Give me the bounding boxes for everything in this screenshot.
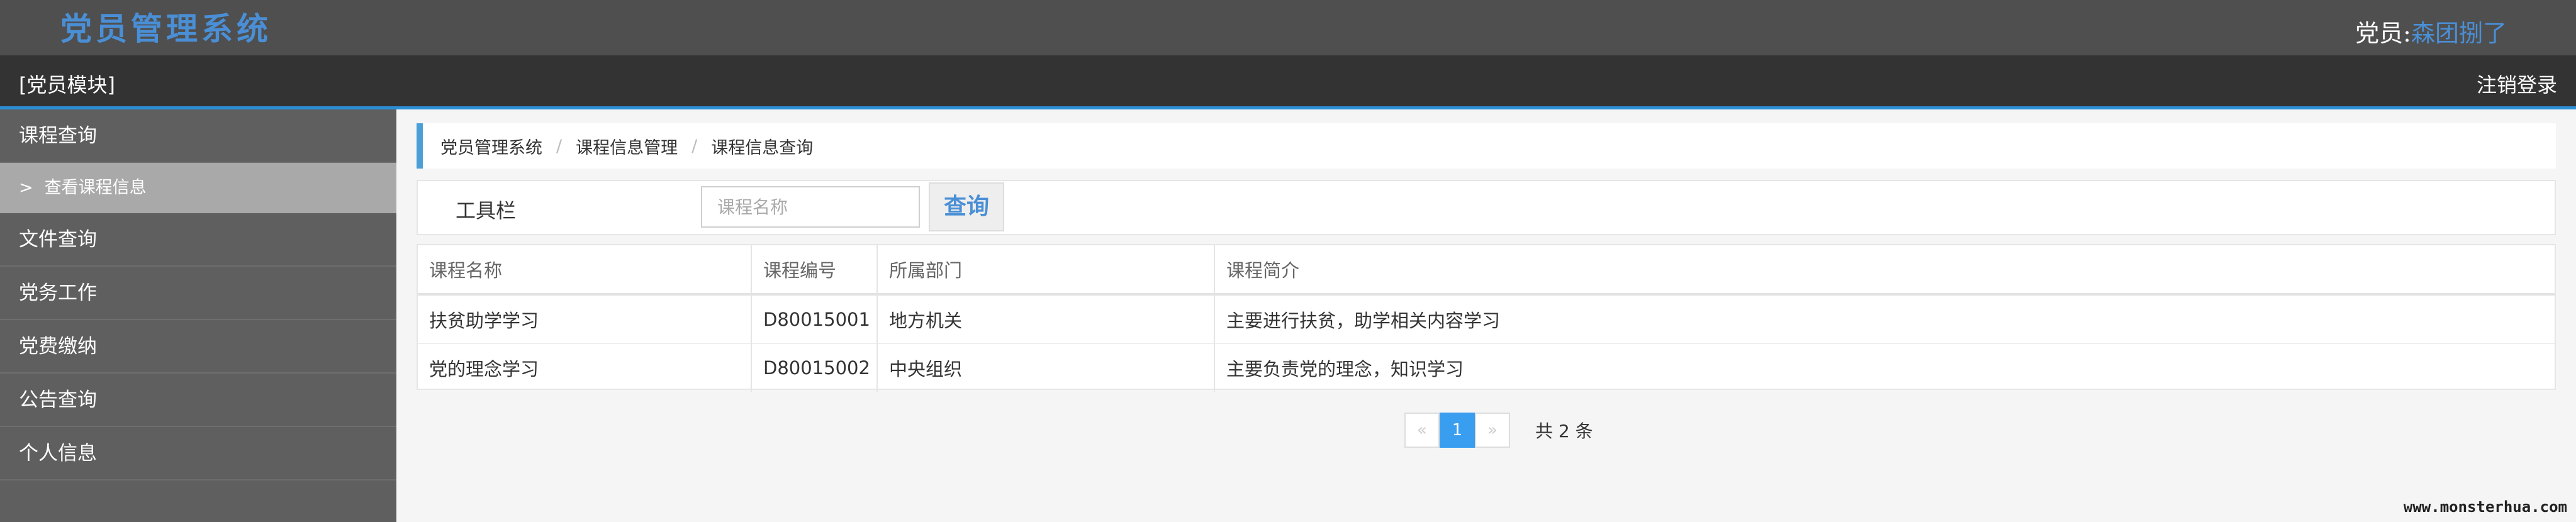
sidebar-item-label: 文件查询	[19, 228, 97, 251]
column-header-department: 所属部门	[876, 245, 1214, 296]
sidebar-item-label: 个人信息	[19, 442, 97, 465]
watermark: www.monsterhua.com	[2403, 498, 2567, 516]
query-button[interactable]: 查询	[929, 182, 1004, 231]
cell-course-name: 党的理念学习	[418, 343, 751, 392]
cell-description: 主要进行扶贫，助学相关内容学习	[1214, 294, 2555, 344]
breadcrumb-separator: /	[556, 136, 563, 156]
cell-department: 地方机关	[876, 294, 1214, 344]
table-row[interactable]: 扶贫助学学习 D80015001 地方机关 主要进行扶贫，助学相关内容学习	[418, 294, 2555, 344]
sidebar: 课程查询 > 查看课程信息 文件查询 党务工作 党费缴纳 公告查询 个人信息	[0, 109, 396, 522]
sidebar-item-label: 公告查询	[19, 389, 97, 411]
logout-link[interactable]: 注销登录	[2477, 69, 2557, 98]
sidebar-item-notice-query[interactable]: 公告查询	[0, 374, 396, 427]
breadcrumb-separator: /	[692, 136, 698, 156]
table-row[interactable]: 党的理念学习 D80015002 中央组织 主要负责党的理念，知识学习	[418, 343, 2555, 392]
sidebar-item-course-query[interactable]: 课程查询	[0, 109, 396, 163]
cell-course-id: D80015002	[751, 343, 877, 392]
breadcrumb-item[interactable]: 党员管理系统	[440, 134, 542, 158]
page-button-current[interactable]: 1	[1440, 413, 1475, 448]
column-header-course-id: 课程编号	[751, 245, 877, 296]
sidebar-item-label: 查看课程信息	[44, 178, 147, 197]
breadcrumb-current: 课程信息查询	[711, 138, 814, 158]
toolbar-label: 工具栏	[456, 199, 517, 223]
sidebar-item-label: 党务工作	[19, 282, 97, 304]
column-header-description: 课程简介	[1214, 245, 2555, 296]
breadcrumb: 党员管理系统 / 课程信息管理 / 课程信息查询	[417, 123, 2556, 169]
sidebar-item-label: 课程查询	[19, 125, 97, 147]
cell-course-name: 扶贫助学学习	[418, 294, 751, 344]
course-table: 课程名称 课程编号 所属部门 课程简介 扶贫助学学习 D80015001 地方机…	[417, 244, 2556, 392]
chevron-right-icon: >	[19, 178, 33, 197]
top-header: 党员管理系统 党员:森团捌了	[0, 0, 2576, 55]
sidebar-subitem-view-course-info[interactable]: > 查看课程信息	[0, 163, 396, 213]
sidebar-item-party-work[interactable]: 党务工作	[0, 267, 396, 320]
breadcrumb-item[interactable]: 课程信息管理	[576, 134, 678, 158]
user-label: 党员:	[2355, 19, 2411, 47]
sidebar-item-party-fee[interactable]: 党费缴纳	[0, 320, 396, 374]
main-content: 党员管理系统 / 课程信息管理 / 课程信息查询 工具栏 查询 课程名称 课程编…	[396, 109, 2576, 522]
module-label: [党员模块]	[19, 73, 115, 97]
cell-course-id: D80015001	[751, 294, 877, 344]
sidebar-item-personal-info[interactable]: 个人信息	[0, 427, 396, 480]
user-name[interactable]: 森团捌了	[2411, 19, 2507, 47]
sidebar-item-file-query[interactable]: 文件查询	[0, 213, 396, 267]
column-header-course-name: 课程名称	[418, 245, 751, 296]
sidebar-item-label: 党费缴纳	[19, 335, 97, 358]
cell-department: 中央组织	[876, 343, 1214, 392]
prev-page-button[interactable]: «	[1404, 413, 1440, 448]
app-title: 党员管理系统	[60, 10, 272, 47]
pagination: « 1 » 共 2 条	[1404, 413, 1593, 448]
course-name-input[interactable]	[701, 186, 920, 228]
cell-description: 主要负责党的理念，知识学习	[1214, 343, 2555, 392]
toolbar: 工具栏 查询	[417, 180, 2556, 235]
user-info: 党员:森团捌了	[2355, 14, 2507, 48]
next-page-button[interactable]: »	[1475, 413, 1510, 448]
pagination-total: 共 2 条	[1535, 421, 1593, 441]
table-header-row: 课程名称 课程编号 所属部门 课程简介	[418, 245, 2555, 296]
module-bar: [党员模块] 注销登录	[0, 55, 2576, 109]
